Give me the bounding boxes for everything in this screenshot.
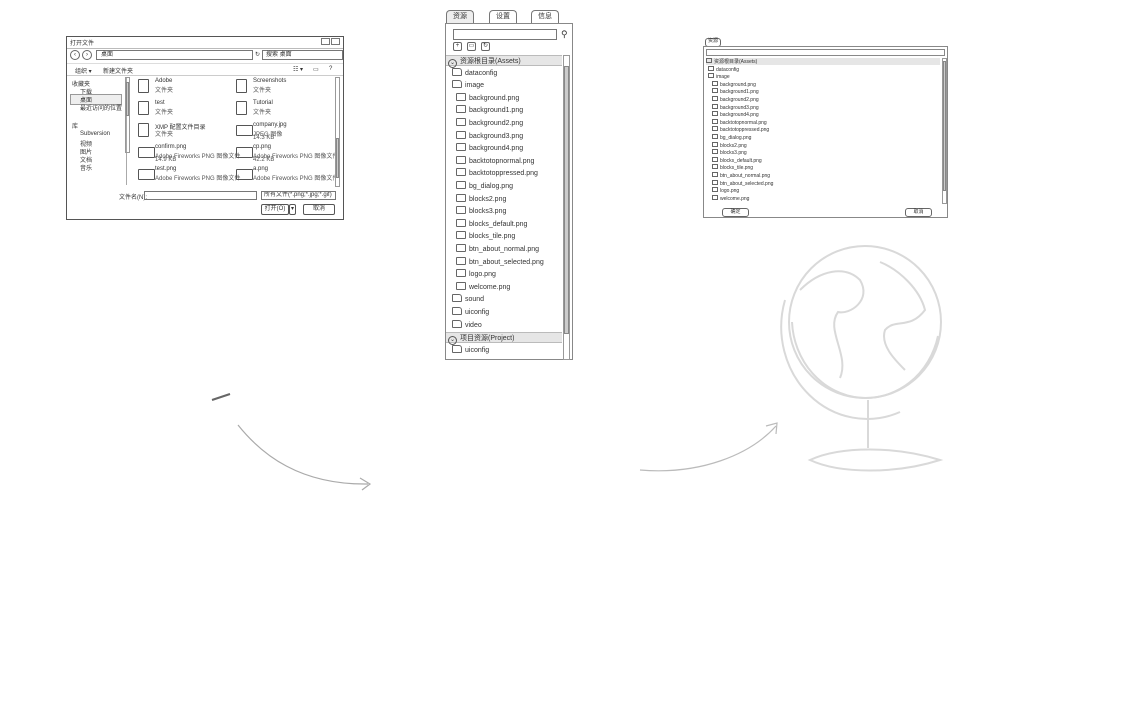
globe-icon (780, 245, 944, 472)
arrow-right-icon (639, 422, 778, 472)
decorations (211, 245, 944, 491)
arrow-left-icon (211, 393, 372, 491)
